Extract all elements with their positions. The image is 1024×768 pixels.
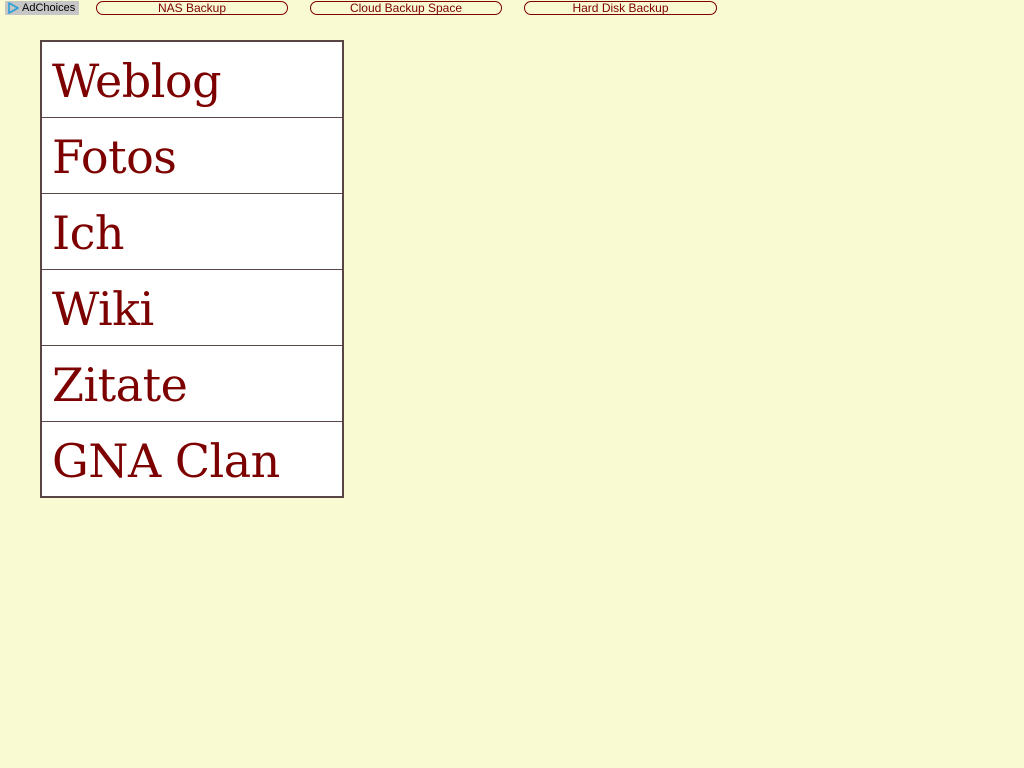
menu-item-gna-clan[interactable]: GNA Clan	[42, 422, 342, 496]
main-navigation-menu: Weblog Fotos Ich Wiki Zitate GNA Clan	[40, 40, 344, 498]
adchoices-badge[interactable]: AdChoices	[5, 1, 79, 15]
menu-item-weblog[interactable]: Weblog	[42, 42, 342, 118]
ad-link-nas-backup[interactable]: NAS Backup	[96, 1, 288, 15]
menu-item-zitate[interactable]: Zitate	[42, 346, 342, 422]
adchoices-label: AdChoices	[22, 2, 76, 14]
ad-link-hard-disk-backup[interactable]: Hard Disk Backup	[524, 1, 717, 15]
ad-bar: AdChoices NAS Backup Cloud Backup Space …	[0, 0, 1024, 18]
menu-item-wiki[interactable]: Wiki	[42, 270, 342, 346]
ad-link-cloud-backup-space[interactable]: Cloud Backup Space	[310, 1, 502, 15]
menu-item-ich[interactable]: Ich	[42, 194, 342, 270]
play-triangle-icon	[7, 2, 19, 14]
menu-item-fotos[interactable]: Fotos	[42, 118, 342, 194]
